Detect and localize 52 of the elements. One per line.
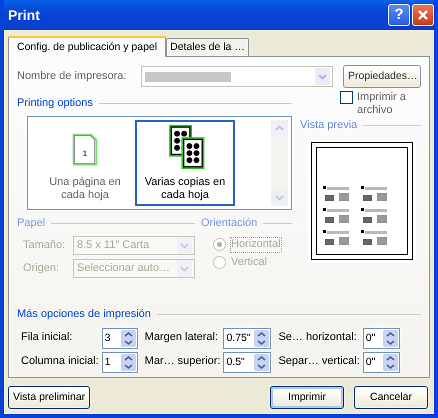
field-label: Columna inicial: [21,355,99,369]
up-down-arrows-icon[interactable] [254,354,270,371]
radio-label: Horizontal [231,238,281,252]
option-label: Una página en cada hoja [48,176,122,202]
section-heading: Printing options [17,97,93,110]
print-option[interactable]: 1 Una página en cada hoja [35,120,135,206]
dropdown-value: Seleccionar auto… [77,262,170,276]
dialog-button[interactable]: Imprimir [270,386,344,409]
spin-field[interactable]: 0" [362,352,400,373]
field-label: Margen lateral: [144,331,220,345]
dialog-button[interactable]: Vista preliminar [8,386,90,409]
properties-button[interactable]: Propiedades… [343,65,421,88]
spin-field[interactable]: 0" [362,328,400,349]
checkbox[interactable] [340,91,353,104]
spin-field[interactable]: 0.75" [223,328,272,349]
spin-field[interactable]: 0.5" [223,352,272,373]
section-heading: Orientación [201,217,258,230]
number-input[interactable]: 1 [104,356,121,368]
tab[interactable]: Config. de publicación y papel [8,36,166,57]
up-down-arrows-icon[interactable] [120,330,136,347]
section-heading: Vista previa [300,119,358,133]
field-label: Separ… vertical: [277,355,360,369]
spin-field[interactable]: 1 [102,352,138,373]
field-label: Origen: [23,262,60,276]
field-label: Tamaño: [23,239,66,252]
field-label: Fila inicial: [21,331,74,345]
field-label: Se… horizontal: [277,331,358,345]
field-label: Mar… superior: [144,355,220,369]
help-button[interactable]: ? [388,4,410,26]
up-down-arrows-icon[interactable] [382,330,398,347]
number-input[interactable]: 0.75" [226,332,254,344]
dropdown-value: 8.5 x 11" Carta [77,239,150,252]
number-input[interactable]: 0" [366,332,383,344]
up-down-arrows-icon[interactable] [382,354,398,371]
print-option[interactable]: Varias copias en cada hoja [135,120,235,206]
option-label: Varias copias en cada hoja [144,176,226,202]
up-down-arrows-icon[interactable] [254,330,270,347]
number-input[interactable]: 0.5" [226,356,254,368]
window-title: Print [8,6,40,24]
close-button[interactable] [412,4,434,26]
field-label: Nombre de impresora: [17,70,128,84]
spin-field[interactable]: 3 [102,328,138,349]
section-heading: Papel [17,217,46,230]
checkbox-label: Imprimir a archivo [357,91,407,118]
number-input[interactable]: 0" [366,356,383,368]
tab[interactable]: Detales de la … [166,38,249,56]
number-input[interactable]: 3 [104,332,121,344]
up-down-arrows-icon[interactable] [120,354,136,371]
dialog-button[interactable]: Cancelar [354,386,428,409]
section-heading: Más opciones de impresión [17,308,151,322]
close-icon [417,9,429,21]
radio-label: Vertical [231,256,268,269]
